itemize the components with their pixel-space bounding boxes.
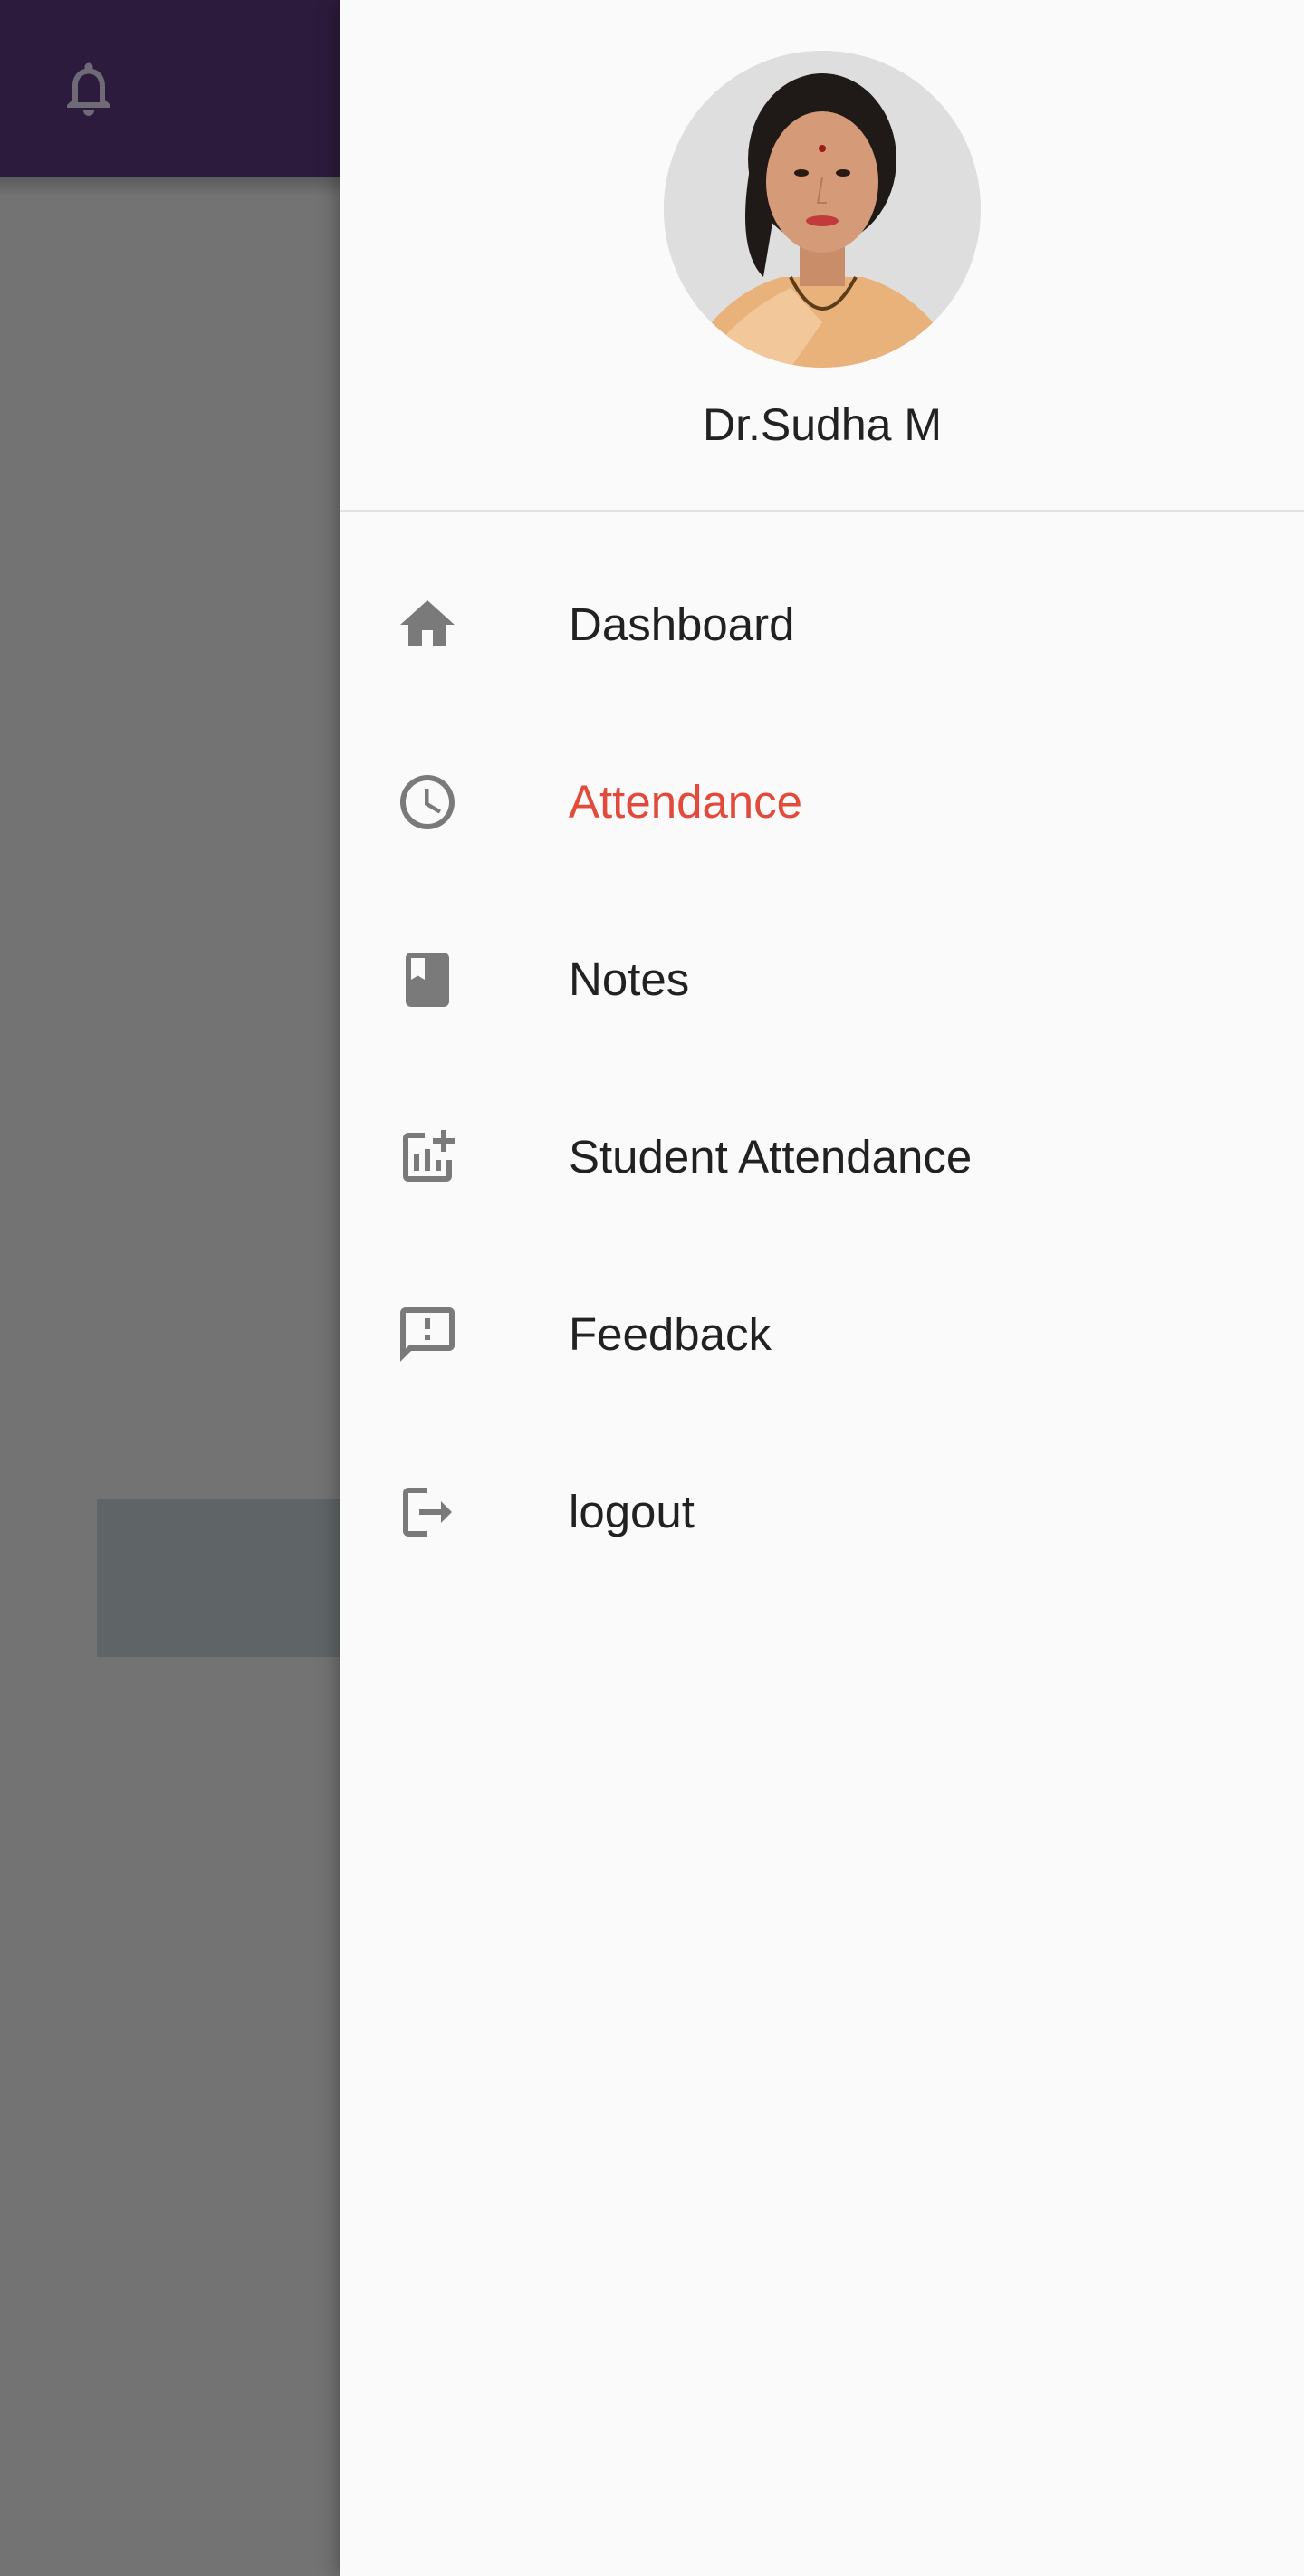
avatar: [664, 51, 981, 368]
background-card: [97, 1499, 369, 1657]
menu-item-feedback[interactable]: Feedback: [340, 1246, 1304, 1423]
menu-item-label: Notes: [569, 953, 690, 1005]
app-bar-shadow: [0, 177, 340, 196]
menu-item-student-attendance[interactable]: Student Attendance: [340, 1068, 1304, 1246]
menu-item-label: Feedback: [569, 1308, 772, 1360]
menu-item-label: logout: [569, 1486, 695, 1537]
user-name: Dr.Sudha M: [702, 399, 942, 450]
menu-item-logout[interactable]: logout: [340, 1423, 1304, 1601]
menu-item-label: Student Attendance: [569, 1131, 973, 1183]
navigation-drawer: Dr.Sudha M Dashboard Attendance Notes St…: [340, 0, 1304, 2576]
logout-icon: [403, 1488, 452, 1537]
book-icon: [406, 953, 449, 1007]
drawer-header: Dr.Sudha M: [340, 0, 1304, 512]
menu-item-attendance[interactable]: Attendance: [340, 713, 1304, 891]
menu-item-dashboard[interactable]: Dashboard: [340, 536, 1304, 713]
notification-bell-icon[interactable]: [56, 56, 121, 121]
profile-photo: [664, 51, 981, 368]
drawer-menu: Dashboard Attendance Notes Student Atten…: [340, 536, 1304, 1601]
clock-icon: [400, 775, 455, 829]
menu-item-label: Attendance: [569, 776, 803, 828]
chart-add-icon: [403, 1130, 455, 1182]
feedback-icon: [400, 1307, 455, 1362]
menu-item-label: Dashboard: [569, 599, 795, 650]
menu-item-notes[interactable]: Notes: [340, 891, 1304, 1068]
home-icon: [400, 600, 455, 646]
